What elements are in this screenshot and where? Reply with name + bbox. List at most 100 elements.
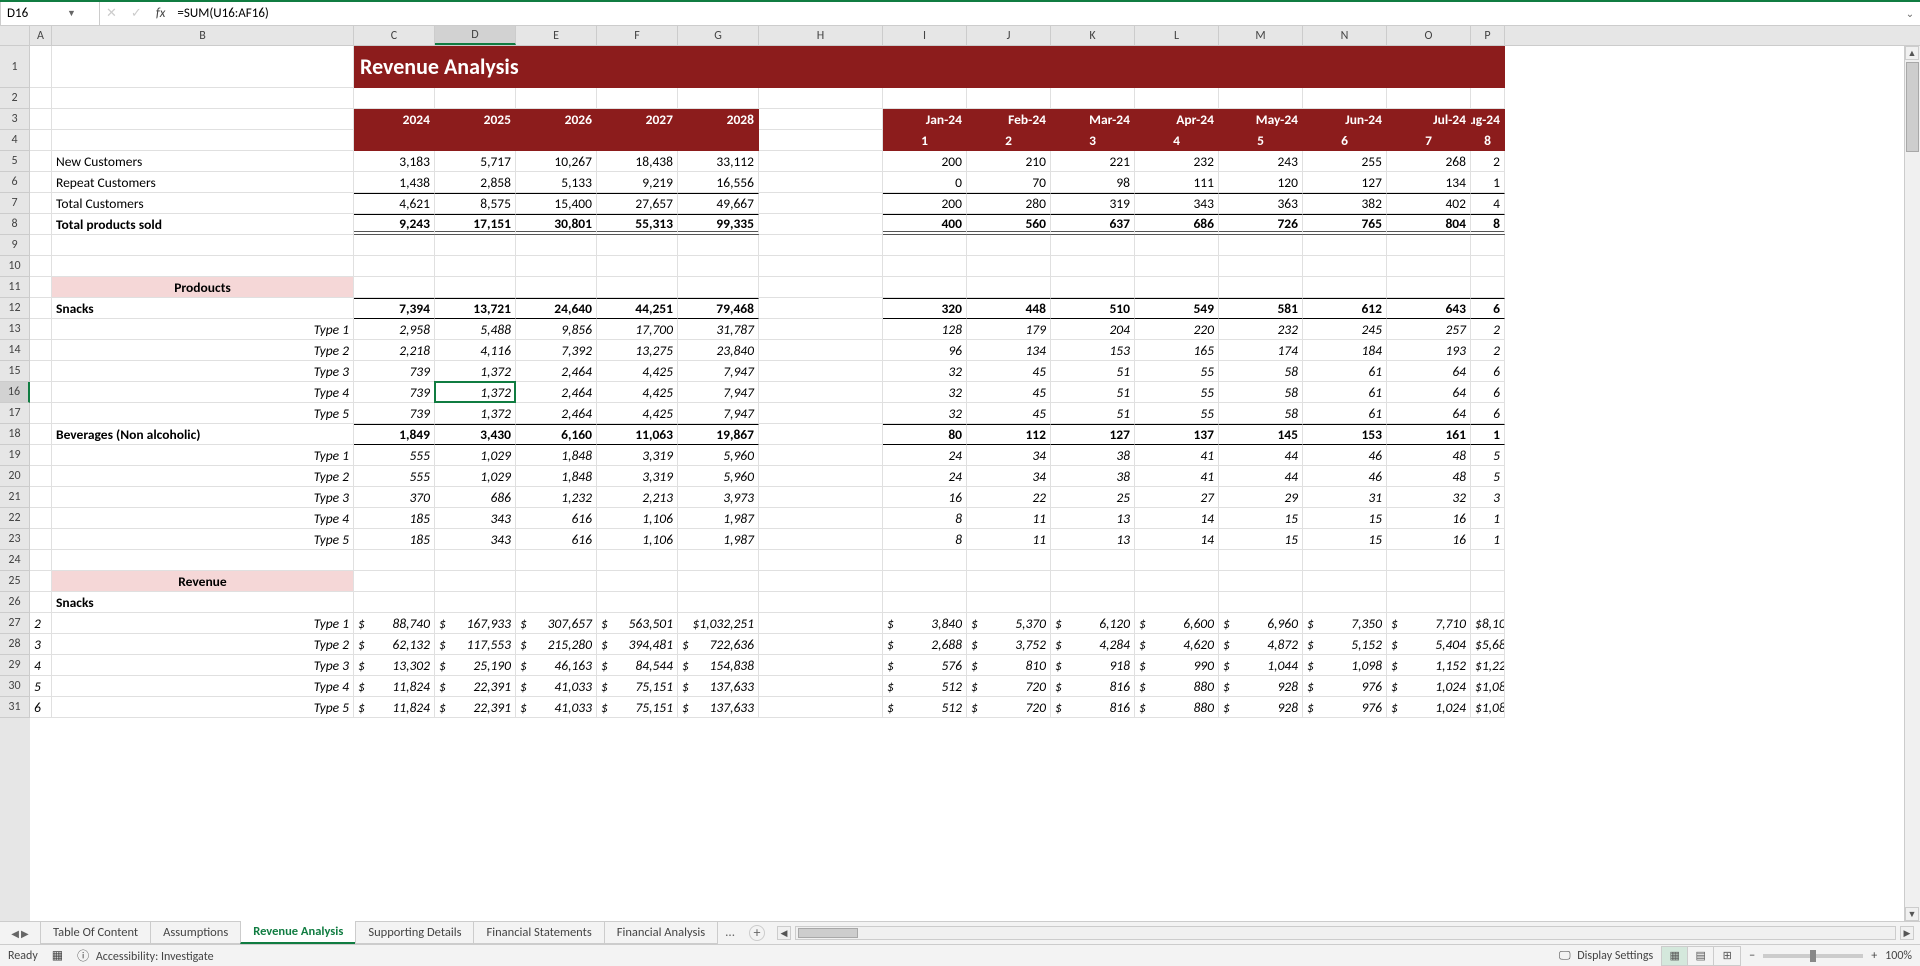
- cell[interactable]: [30, 88, 52, 109]
- cell[interactable]: 25: [1051, 487, 1135, 508]
- cell[interactable]: [354, 571, 435, 592]
- cell[interactable]: 4,621: [354, 193, 435, 214]
- cell[interactable]: 3,973: [678, 487, 759, 508]
- cell[interactable]: 1,848: [516, 466, 597, 487]
- cell[interactable]: [30, 550, 52, 571]
- col-header[interactable]: O: [1387, 26, 1471, 45]
- cell[interactable]: 549: [1135, 298, 1219, 319]
- cell[interactable]: 739: [354, 361, 435, 382]
- cell[interactable]: Jan-24: [883, 109, 967, 130]
- cell[interactable]: Type 5: [52, 403, 354, 424]
- cell[interactable]: [1471, 256, 1505, 277]
- cell[interactable]: [678, 256, 759, 277]
- row-header[interactable]: 21: [0, 487, 30, 508]
- cell[interactable]: $1,098: [1303, 655, 1387, 676]
- cell[interactable]: 8: [1471, 130, 1505, 151]
- cell[interactable]: 2,958: [354, 319, 435, 340]
- cell[interactable]: $215,280: [516, 634, 597, 655]
- cell[interactable]: $563,501: [597, 613, 678, 634]
- cell[interactable]: 51: [1051, 382, 1135, 403]
- cell[interactable]: 4,425: [597, 403, 678, 424]
- cell[interactable]: 1: [883, 130, 967, 151]
- cell[interactable]: 13,721: [435, 298, 516, 319]
- cell[interactable]: 32: [883, 403, 967, 424]
- cell[interactable]: 8: [883, 529, 967, 550]
- cell[interactable]: 343: [435, 529, 516, 550]
- cell[interactable]: 6: [1303, 130, 1387, 151]
- cell[interactable]: [1219, 88, 1303, 109]
- fx-icon[interactable]: fx: [156, 6, 166, 21]
- cell[interactable]: 128: [883, 319, 967, 340]
- cell[interactable]: $41,033: [516, 697, 597, 718]
- cell[interactable]: [30, 403, 52, 424]
- cell[interactable]: [30, 172, 52, 193]
- cell[interactable]: [759, 697, 883, 718]
- cell[interactable]: 612: [1303, 298, 1387, 319]
- cell[interactable]: [967, 88, 1051, 109]
- cell[interactable]: [678, 130, 759, 151]
- col-header[interactable]: J: [967, 26, 1051, 45]
- cell[interactable]: 16: [1387, 529, 1471, 550]
- row-header[interactable]: 1: [0, 46, 30, 88]
- cell[interactable]: 11: [967, 508, 1051, 529]
- zoom-slider[interactable]: [1763, 954, 1863, 958]
- cell[interactable]: 5: [30, 676, 52, 697]
- cell[interactable]: [1219, 256, 1303, 277]
- cell[interactable]: $3,840: [883, 613, 967, 634]
- cell[interactable]: [597, 550, 678, 571]
- cell[interactable]: 2,213: [597, 487, 678, 508]
- cell[interactable]: [52, 88, 354, 109]
- cell[interactable]: 41: [1135, 445, 1219, 466]
- cell[interactable]: 6,160: [516, 424, 597, 445]
- cell[interactable]: 14: [1135, 529, 1219, 550]
- cell[interactable]: $6,120: [1051, 613, 1135, 634]
- cell[interactable]: Total Customers: [52, 193, 354, 214]
- cell[interactable]: 739: [354, 403, 435, 424]
- cell[interactable]: $6,960: [1219, 613, 1303, 634]
- cell[interactable]: 2028: [678, 109, 759, 130]
- cell[interactable]: [516, 130, 597, 151]
- cell[interactable]: 137: [1135, 424, 1219, 445]
- cell[interactable]: 1,372: [435, 361, 516, 382]
- cell[interactable]: Jul-24: [1387, 109, 1471, 130]
- cell[interactable]: 49,667: [678, 193, 759, 214]
- cell[interactable]: 134: [967, 340, 1051, 361]
- select-all-corner[interactable]: [0, 26, 30, 45]
- cell[interactable]: 24: [883, 445, 967, 466]
- cell[interactable]: [1387, 571, 1471, 592]
- name-box[interactable]: D16 ▼: [0, 2, 100, 25]
- cell[interactable]: 55: [1135, 361, 1219, 382]
- cell[interactable]: $816: [1051, 697, 1135, 718]
- cell[interactable]: [759, 508, 883, 529]
- cell[interactable]: 19,867: [678, 424, 759, 445]
- scroll-down-icon[interactable]: ▼: [1905, 907, 1919, 921]
- cell[interactable]: [759, 172, 883, 193]
- cell[interactable]: [30, 424, 52, 445]
- cell[interactable]: [967, 550, 1051, 571]
- accessibility-status[interactable]: ⓘ Accessibility: Investigate: [77, 947, 213, 964]
- cell[interactable]: 127: [1303, 172, 1387, 193]
- expand-formula-icon[interactable]: ⌄: [1900, 7, 1920, 20]
- page-title[interactable]: Revenue Analysis: [354, 46, 759, 88]
- cell[interactable]: 280: [967, 193, 1051, 214]
- cell[interactable]: $928: [1219, 697, 1303, 718]
- cell[interactable]: [759, 382, 883, 403]
- cell[interactable]: Type 2: [52, 340, 354, 361]
- cell[interactable]: [597, 88, 678, 109]
- cell[interactable]: 7: [1387, 130, 1471, 151]
- cell[interactable]: $918: [1051, 655, 1135, 676]
- horizontal-scrollbar[interactable]: [795, 926, 1896, 940]
- cell[interactable]: $3,752: [967, 634, 1051, 655]
- cell[interactable]: [30, 319, 52, 340]
- cell[interactable]: $720: [967, 697, 1051, 718]
- cell[interactable]: 41: [1135, 466, 1219, 487]
- cell[interactable]: 6: [1471, 403, 1505, 424]
- cell[interactable]: $137,633: [678, 697, 759, 718]
- cell[interactable]: 5,960: [678, 466, 759, 487]
- cell[interactable]: [1219, 592, 1303, 613]
- cell[interactable]: [30, 298, 52, 319]
- cell[interactable]: 32: [883, 361, 967, 382]
- cell[interactable]: Type 2: [52, 634, 354, 655]
- cell[interactable]: [759, 592, 883, 613]
- cell[interactable]: [30, 592, 52, 613]
